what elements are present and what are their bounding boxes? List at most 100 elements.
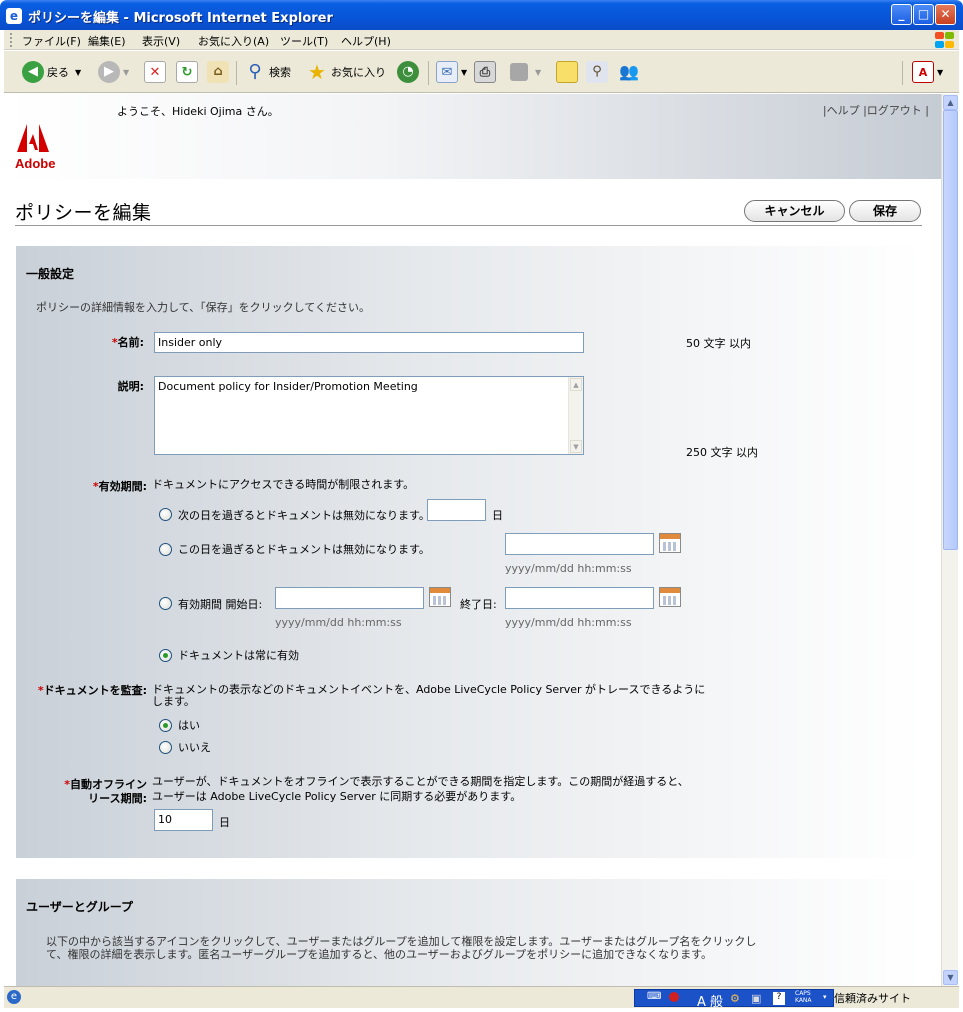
discuss-button[interactable]	[556, 59, 581, 85]
ie-logo-icon: e	[6, 8, 22, 24]
menu-view[interactable]: 表示(V)	[142, 33, 180, 49]
favorites-label: お気に入り	[331, 66, 386, 79]
mail-button[interactable]: ✉ ▼	[436, 59, 467, 85]
audit-text-line1: ドキュメントの表示などのドキュメントイベントを、Adobe LiveCycle …	[152, 683, 706, 696]
menu-file[interactable]: ファイル(F)	[22, 33, 81, 49]
cancel-button[interactable]: キャンセル	[744, 200, 845, 222]
scroll-up-arrow-icon[interactable]: ▲	[943, 95, 958, 110]
menu-edit[interactable]: 編集(E)	[88, 33, 126, 49]
start-date-format: yyyy/mm/dd hh:mm:ss	[275, 616, 402, 629]
mail-icon: ✉	[436, 61, 458, 83]
page-title: ポリシーを編集	[15, 202, 152, 224]
home-button[interactable]: ⌂	[207, 59, 232, 85]
forward-button[interactable]: ▶ ▼	[98, 59, 129, 85]
search-icon: ⚲	[248, 61, 262, 82]
scroll-down-arrow-icon[interactable]: ▼	[943, 970, 958, 985]
name-input[interactable]: Insider only	[154, 332, 584, 353]
windows-logo-icon	[933, 31, 955, 49]
back-button[interactable]: ◀ 戻る ▼	[22, 59, 81, 85]
minimize-button[interactable]: _	[891, 4, 912, 25]
ime-settings-icon[interactable]: ⚙	[730, 992, 740, 1005]
pdf-dropdown-icon[interactable]: ▼	[937, 68, 943, 77]
name-limit: 50 文字 以内	[686, 337, 751, 350]
ime-mode-icon[interactable]	[669, 992, 679, 1002]
validity-date-format: yyyy/mm/dd hh:mm:ss	[505, 562, 632, 575]
adobe-logo: Adobe	[15, 122, 56, 172]
star-icon: ★	[308, 60, 326, 84]
scroll-up-icon[interactable]: ▲	[570, 378, 582, 391]
keyboard-icon[interactable]: ⌨	[647, 991, 661, 1002]
maximize-button[interactable]: □	[913, 4, 934, 25]
validity-days-radio[interactable]	[159, 508, 172, 521]
menu-help[interactable]: ヘルプ(H)	[341, 33, 391, 49]
refresh-button[interactable]: ↻	[176, 59, 201, 85]
end-date-input[interactable]	[505, 587, 654, 609]
page-status-icon: e	[7, 990, 21, 1004]
end-date-label: 終了日:	[460, 598, 497, 611]
pdf-button[interactable]: A ▼	[912, 59, 943, 85]
general-settings-panel: 一般設定 ポリシーの詳細情報を入力して、「保存」をクリックしてください。 *名前…	[16, 246, 923, 858]
menu-favorites[interactable]: お気に入り(A)	[198, 33, 269, 49]
description-limit: 250 文字 以内	[686, 446, 758, 459]
mail-dropdown-icon[interactable]: ▼	[461, 68, 467, 77]
general-heading: 一般設定	[26, 267, 75, 281]
edit-dropdown-icon[interactable]: ▼	[535, 68, 541, 77]
stop-button[interactable]: ✕	[144, 59, 169, 85]
end-calendar-icon[interactable]	[659, 587, 681, 607]
forward-dropdown-icon[interactable]: ▼	[123, 68, 129, 77]
start-calendar-icon[interactable]	[429, 587, 451, 607]
users-description-line2: て、権限の詳細を表示します。匿名ユーザーグループを追加すると、他のユーザーおよび…	[46, 948, 713, 961]
validity-days-label: 次の日を過ぎるとドキュメントは無効になります。	[178, 509, 430, 522]
offline-days-input[interactable]: 10	[154, 809, 213, 831]
adobe-wordmark: Adobe	[15, 156, 56, 171]
ime-pad-icon[interactable]: ▣	[751, 992, 761, 1005]
note-icon	[556, 61, 578, 83]
validity-date-label: この日を過ぎるとドキュメントは無効になります。	[178, 543, 430, 556]
home-icon: ⌂	[207, 61, 229, 83]
validity-date-radio[interactable]	[159, 543, 172, 556]
favorites-button[interactable]: ★ お気に入り	[306, 59, 386, 85]
offline-days-unit: 日	[219, 816, 230, 829]
back-dropdown-icon[interactable]: ▼	[75, 68, 81, 77]
audit-no-radio[interactable]	[159, 741, 172, 754]
forward-arrow-icon: ▶	[98, 61, 120, 83]
calendar-icon[interactable]	[659, 533, 681, 553]
ime-menu-icon[interactable]: ▾	[823, 993, 827, 1001]
ime-toolbar[interactable]: ⌨ A 般 ⚙ ▣ ? CAPS KANA ▾	[634, 989, 834, 1010]
menu-tools[interactable]: ツール(T)	[280, 33, 328, 49]
title-divider	[15, 225, 922, 226]
description-scrollbar[interactable]: ▲ ▼	[568, 377, 583, 454]
ime-help-icon[interactable]: ?	[773, 992, 785, 1005]
help-link[interactable]: ヘルプ	[827, 104, 860, 117]
top-links: |ヘルプ |ログアウト |	[822, 104, 929, 117]
edit-button[interactable]: ▼	[510, 59, 541, 85]
page-scrollbar[interactable]: ▲ ▼	[941, 94, 958, 986]
history-button[interactable]: ◔	[397, 59, 422, 85]
history-icon: ◔	[397, 61, 419, 83]
start-date-input[interactable]	[275, 587, 424, 609]
print-icon: ⎙	[474, 61, 496, 83]
ime-label[interactable]: A 般	[697, 991, 723, 1010]
close-button[interactable]: ✕	[935, 4, 956, 25]
scroll-down-icon[interactable]: ▼	[570, 440, 582, 453]
research-button[interactable]: ⚲	[586, 59, 611, 85]
validity-always-radio[interactable]	[159, 649, 172, 662]
logout-link[interactable]: ログアウト	[867, 104, 922, 117]
messenger-button[interactable]: 👥	[618, 59, 643, 85]
validity-date-input[interactable]	[505, 533, 654, 555]
name-label: *名前:	[111, 336, 144, 349]
page-header: ようこそ、Hideki Ojima さん。 |ヘルプ |ログアウト | Adob…	[4, 94, 941, 179]
audit-yes-radio[interactable]	[159, 719, 172, 732]
audit-yes-label: はい	[178, 719, 200, 732]
search-button[interactable]: ⚲ 検索	[244, 59, 291, 85]
save-button[interactable]: 保存	[849, 200, 921, 222]
offline-label-line2: リース期間:	[88, 792, 147, 805]
users-groups-panel: ユーザーとグループ 以下の中から該当するアイコンをクリックして、ユーザーまたはグ…	[16, 879, 923, 986]
description-textarea[interactable]: Document policy for Insider/Promotion Me…	[154, 376, 584, 455]
print-button[interactable]: ⎙	[474, 59, 499, 85]
refresh-icon: ↻	[176, 61, 198, 83]
validity-range-radio[interactable]	[159, 597, 172, 610]
audit-label: *ドキュメントを監査:	[37, 684, 147, 697]
scroll-thumb[interactable]	[943, 110, 958, 550]
validity-days-input[interactable]	[427, 499, 486, 521]
